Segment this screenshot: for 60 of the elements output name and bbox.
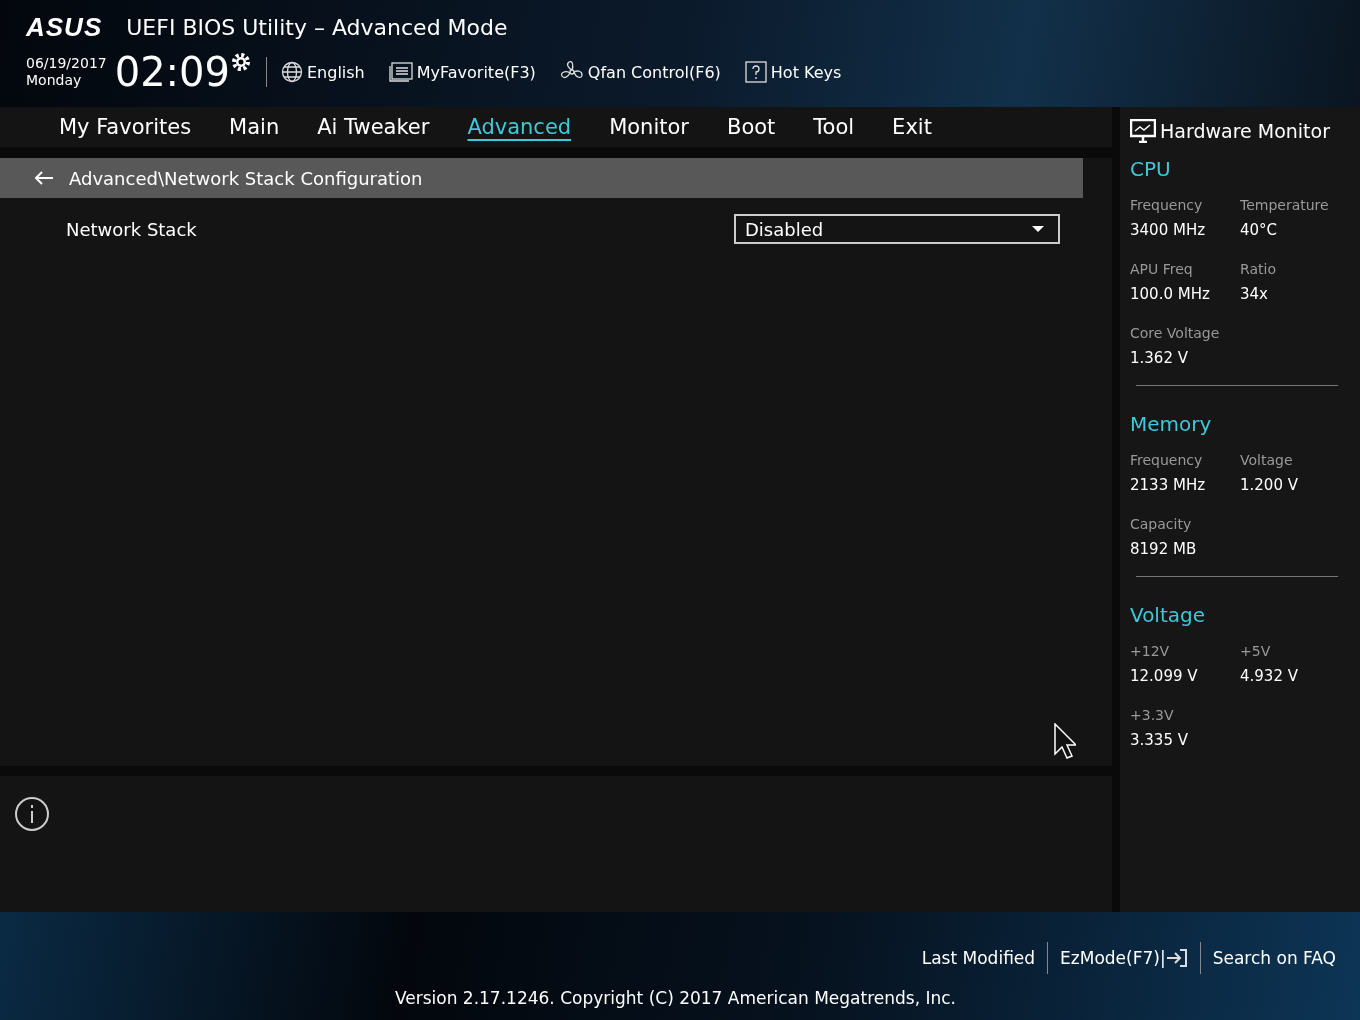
toolbar-button[interactable]: English [281,61,365,83]
dropdown-field[interactable]: Disabled [734,214,1060,244]
reading-label: Ratio [1240,261,1277,277]
reading-label: Temperature [1240,197,1330,213]
reading-value: 3400 MHz [1130,221,1207,239]
reading-value: 4.932 V [1240,667,1299,685]
footer-link[interactable]: EzMode(F7)| [1048,948,1200,968]
back-arrow-icon[interactable] [33,170,55,186]
reading-label: APU Freq [1130,261,1194,277]
section-title: CPU [1130,157,1172,181]
section-title: Voltage [1130,603,1207,627]
info-icon [14,796,50,832]
toolbar-button[interactable]: MyFavorite(F3) [388,62,536,82]
reading-value: 34x [1240,285,1269,303]
reading-label: Frequency [1130,452,1204,468]
reading-value: 8192 MB [1130,540,1198,558]
footer-link[interactable]: Search on FAQ [1200,948,1348,968]
version-text: Version 2.17.1246. Copyright (C) 2017 American Megatrends, Inc. [394,988,956,1008]
help-icon [744,61,767,83]
settings-icon[interactable] [230,51,252,73]
setting-label: Network Stack [66,218,197,240]
reading-value: 3.335 V [1130,731,1189,749]
caret-icon [1032,226,1044,232]
reading-value: 1.362 V [1130,349,1189,367]
menu-tab[interactable]: Boot [707,107,795,147]
panel-title: Hardware Monitor [1160,120,1330,142]
menu-tab[interactable]: Exit [873,107,951,147]
mouse-pointer-icon [1054,723,1076,759]
reading-label: +5V [1240,643,1272,659]
reading-label: Core Voltage [1130,325,1221,341]
menu-tab[interactable]: Ai Tweaker [298,107,449,147]
menu-tab[interactable]: My Favorites [40,107,211,147]
toolbar-button[interactable]: Hot Keys [744,61,842,83]
menu-tab[interactable]: Main [210,107,299,147]
reading-label: Capacity [1130,516,1193,532]
day-text: Monday [26,72,83,89]
reading-value: 2133 MHz [1130,476,1207,494]
reading-label: Frequency [1130,197,1204,213]
toolbar-button[interactable]: Qfan Control(F6) [559,60,721,84]
window-title: UEFI BIOS Utility – Advanced Mode [126,15,508,40]
reading-value: 40°C [1240,221,1279,239]
section-title: Memory [1130,412,1213,436]
reading-label: +3.3V [1130,707,1175,723]
asus-logo: ASUS [26,12,103,43]
reading-value: 12.099 V [1130,667,1199,685]
menu-tab[interactable]: Monitor [590,107,708,147]
reading-label: +12V [1130,643,1171,659]
clock-time: 02:09 [114,49,230,95]
breadcrumb-path: Advanced\Network Stack Configuration [69,167,423,189]
date-text: 06/19/2017 [26,55,107,72]
monitor-icon [1130,119,1156,143]
menu-tab[interactable]: Advanced [448,107,591,147]
reading-value: 1.200 V [1240,476,1299,494]
reading-label: Voltage [1240,452,1294,468]
globe-icon [281,61,303,83]
reading-value: 100.0 MHz [1130,285,1211,303]
footer-link[interactable]: Last Modified [909,948,1048,968]
list-icon [388,62,413,82]
exit-arrow-icon [1165,948,1188,968]
menu-tab[interactable]: Tool [794,107,874,147]
